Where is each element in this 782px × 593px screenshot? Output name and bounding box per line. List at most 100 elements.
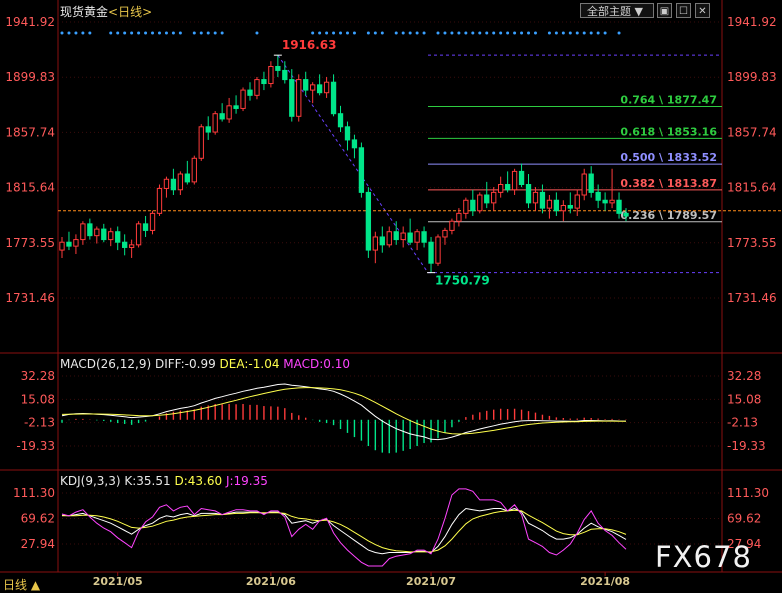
kdj-panel[interactable] — [61, 488, 627, 567]
signal-dot — [464, 31, 468, 35]
candle-body — [567, 204, 573, 209]
candle — [581, 168, 587, 201]
candle — [442, 227, 448, 245]
price-tick-right: 1773.55 — [727, 236, 777, 250]
signal-dot — [220, 31, 224, 35]
candle — [170, 168, 177, 196]
price-tick-right: 1731.46 — [727, 291, 777, 305]
candle — [101, 223, 107, 243]
chart-canvas[interactable]: 1941.92 1899.83 1857.74 1815.64 1773.55 1731.… — [0, 0, 782, 592]
close-icon[interactable]: ✕ — [695, 3, 710, 18]
candle-body — [428, 241, 434, 264]
candle — [184, 160, 190, 185]
minimize-icon[interactable]: ☐ — [676, 3, 691, 18]
kdj-j-value: J:19.35 — [225, 474, 268, 488]
macd-tick-right: 32.28 — [727, 369, 761, 383]
candlestick-series[interactable]: 1916.63 1750.79 — [59, 38, 629, 288]
signal-dot — [617, 31, 621, 35]
candle — [226, 97, 232, 123]
signal-dot — [144, 31, 148, 35]
signal-dot — [380, 31, 384, 35]
signal-dot — [520, 31, 524, 35]
restore-icon[interactable]: ▣ — [657, 3, 672, 18]
candle-body — [323, 81, 330, 94]
candle-body — [330, 81, 337, 115]
price-tick-right: 1941.92 — [727, 15, 777, 29]
theme-dropdown[interactable]: 全部主题 ▼ — [580, 3, 654, 18]
candle-body — [421, 231, 427, 243]
signal-dot — [352, 31, 356, 35]
signal-dot — [394, 31, 398, 35]
candle — [59, 236, 65, 258]
candle-body — [560, 204, 566, 212]
candle-body — [400, 232, 406, 241]
candle — [400, 226, 406, 248]
candle — [198, 124, 204, 161]
signal-dot — [339, 31, 343, 35]
candle — [588, 166, 594, 198]
candle-body — [581, 173, 587, 196]
candle-body — [546, 199, 553, 209]
candle — [296, 74, 302, 122]
candle — [261, 71, 267, 91]
fibonacci-retracement[interactable]: 0.764 \ 1877.47 0.618 \ 1853.16 0.500 \ 18… — [58, 54, 782, 274]
candle — [449, 218, 455, 235]
candle-body — [310, 84, 316, 91]
signal-dot — [171, 31, 175, 35]
candle-body — [303, 79, 309, 91]
candle — [254, 76, 260, 100]
period-close: > — [142, 5, 153, 19]
candle-body — [226, 105, 232, 120]
period-tab[interactable]: 日线 ▲ — [3, 576, 40, 593]
candle — [379, 226, 385, 253]
period-selector[interactable]: 日线 — [118, 5, 142, 19]
macd-dea-value: DEA:-1.04 — [219, 357, 280, 371]
candle — [463, 197, 469, 219]
candle — [135, 221, 142, 248]
candle-body — [170, 178, 177, 191]
date-tick-label: 2021/08 — [580, 575, 630, 588]
signal-dot — [199, 31, 203, 35]
candle — [358, 142, 365, 198]
price-tick-left: 1731.46 — [5, 291, 55, 305]
signal-dot — [137, 31, 141, 35]
macd-dea-line — [61, 387, 626, 435]
price-tick-left: 1941.92 — [5, 15, 55, 29]
signal-dot — [255, 31, 259, 35]
candle-body — [108, 231, 114, 241]
candle — [546, 195, 553, 219]
macd-tick-right: -2.13 — [727, 416, 758, 430]
macd-tick-left: 15.08 — [21, 392, 55, 406]
candle — [428, 236, 434, 273]
candle-body — [337, 113, 344, 128]
signal-dot — [123, 31, 127, 35]
candle-body — [268, 65, 274, 85]
candle — [87, 218, 93, 240]
candle-body — [128, 244, 135, 248]
signal-dot — [74, 31, 78, 35]
candle-body — [184, 173, 190, 183]
candle-body — [282, 69, 288, 81]
candle-body — [344, 126, 351, 141]
signal-dot — [575, 31, 579, 35]
fib-label-0.618: 0.618 \ 1853.16 — [620, 125, 717, 138]
candle-body — [518, 170, 525, 186]
candle — [518, 163, 525, 188]
candle — [525, 174, 532, 209]
candle-body — [275, 65, 281, 71]
candle-body — [539, 191, 546, 209]
signal-dot — [206, 31, 210, 35]
candle-body — [115, 231, 121, 243]
candle-body — [289, 79, 295, 117]
signal-dot — [506, 31, 510, 35]
candle — [560, 200, 566, 222]
macd-panel[interactable] — [61, 383, 627, 454]
candle — [498, 176, 504, 198]
candle — [351, 134, 358, 159]
candle — [73, 234, 79, 255]
candle — [163, 176, 170, 198]
candle-body — [66, 241, 72, 247]
candle-body — [73, 239, 79, 247]
candle — [574, 189, 580, 216]
candle-body — [247, 89, 253, 96]
